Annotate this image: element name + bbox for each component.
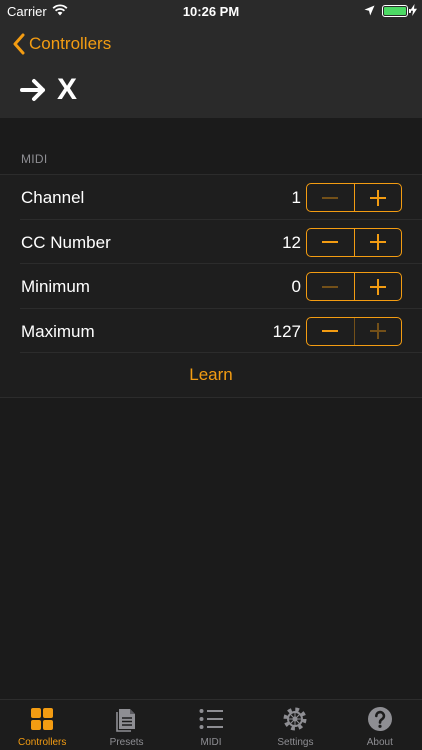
decrement-button[interactable] bbox=[307, 318, 354, 345]
back-button[interactable]: Controllers bbox=[12, 31, 111, 57]
section-header-midi: MIDI bbox=[21, 152, 48, 166]
minus-icon bbox=[322, 330, 339, 332]
plus-icon bbox=[369, 234, 386, 250]
tab-label: Settings bbox=[277, 737, 314, 748]
row-label: Channel bbox=[21, 188, 85, 207]
document-icon bbox=[115, 709, 135, 732]
charging-bolt-icon bbox=[410, 4, 417, 19]
row-maximum: Maximum 127 bbox=[20, 309, 422, 353]
row-label: Maximum bbox=[21, 321, 95, 341]
row-label: CC Number bbox=[21, 232, 111, 252]
question-icon bbox=[367, 707, 392, 731]
minimum-stepper[interactable] bbox=[306, 272, 402, 301]
tab-label: Controllers bbox=[18, 737, 67, 748]
maximum-stepper[interactable] bbox=[306, 316, 402, 346]
learn-row: Learn bbox=[0, 353, 422, 397]
row-minimum: Minimum 0 bbox=[20, 264, 422, 309]
arrow-right-icon bbox=[20, 79, 45, 101]
decrement-button[interactable] bbox=[307, 273, 354, 300]
tab-controllers[interactable]: Controllers bbox=[0, 700, 84, 750]
row-cc-number: CC Number 12 bbox=[20, 220, 422, 264]
row-value: 0 bbox=[291, 277, 301, 296]
list-icon bbox=[199, 709, 224, 729]
tab-label: MIDI bbox=[200, 737, 222, 748]
location-arrow-icon bbox=[364, 4, 375, 19]
tab-about[interactable]: About bbox=[338, 700, 422, 750]
row-value: 127 bbox=[272, 321, 301, 341]
plus-icon bbox=[369, 278, 386, 295]
status-bar: Carrier 10:26 PM bbox=[0, 0, 422, 22]
decrement-button[interactable] bbox=[307, 184, 354, 211]
tab-presets[interactable]: Presets bbox=[84, 700, 168, 750]
row-label: Minimum bbox=[21, 277, 90, 296]
gear-icon bbox=[283, 707, 307, 731]
tab-label: About bbox=[366, 737, 393, 748]
status-time: 10:26 PM bbox=[182, 4, 240, 19]
plus-icon bbox=[369, 323, 386, 339]
page-title: X bbox=[20, 72, 77, 108]
battery-icon bbox=[382, 5, 411, 17]
increment-button[interactable] bbox=[353, 184, 401, 211]
battery-fill bbox=[384, 7, 406, 15]
cc-number-stepper[interactable] bbox=[306, 227, 402, 257]
page-title-text: X bbox=[57, 73, 78, 106]
tab-midi[interactable]: MIDI bbox=[169, 700, 253, 750]
decrement-button[interactable] bbox=[307, 229, 354, 256]
plus-icon bbox=[369, 189, 386, 206]
midi-settings-list: Channel 1 CC Number 12 Minimum 0 Maximum… bbox=[0, 174, 422, 398]
chevron-left-icon bbox=[13, 33, 25, 55]
increment-button[interactable] bbox=[353, 273, 401, 300]
channel-stepper[interactable] bbox=[306, 183, 402, 212]
tab-bar: Controllers Presets MIDI Settings About bbox=[0, 699, 422, 750]
minus-icon bbox=[322, 285, 339, 288]
learn-button[interactable]: Learn bbox=[189, 365, 232, 385]
row-value: 1 bbox=[291, 188, 301, 207]
navigation-header: Carrier 10:26 PM Controllers X bbox=[0, 0, 422, 118]
minus-icon bbox=[322, 196, 339, 199]
grid-icon bbox=[31, 708, 54, 730]
increment-button[interactable] bbox=[353, 228, 401, 256]
tab-settings[interactable]: Settings bbox=[253, 700, 337, 750]
increment-button[interactable] bbox=[353, 317, 401, 345]
tab-label: Presets bbox=[109, 737, 144, 748]
back-button-label: Controllers bbox=[29, 34, 112, 53]
minus-icon bbox=[322, 241, 339, 243]
row-channel: Channel 1 bbox=[20, 175, 422, 220]
row-value: 12 bbox=[282, 232, 301, 252]
